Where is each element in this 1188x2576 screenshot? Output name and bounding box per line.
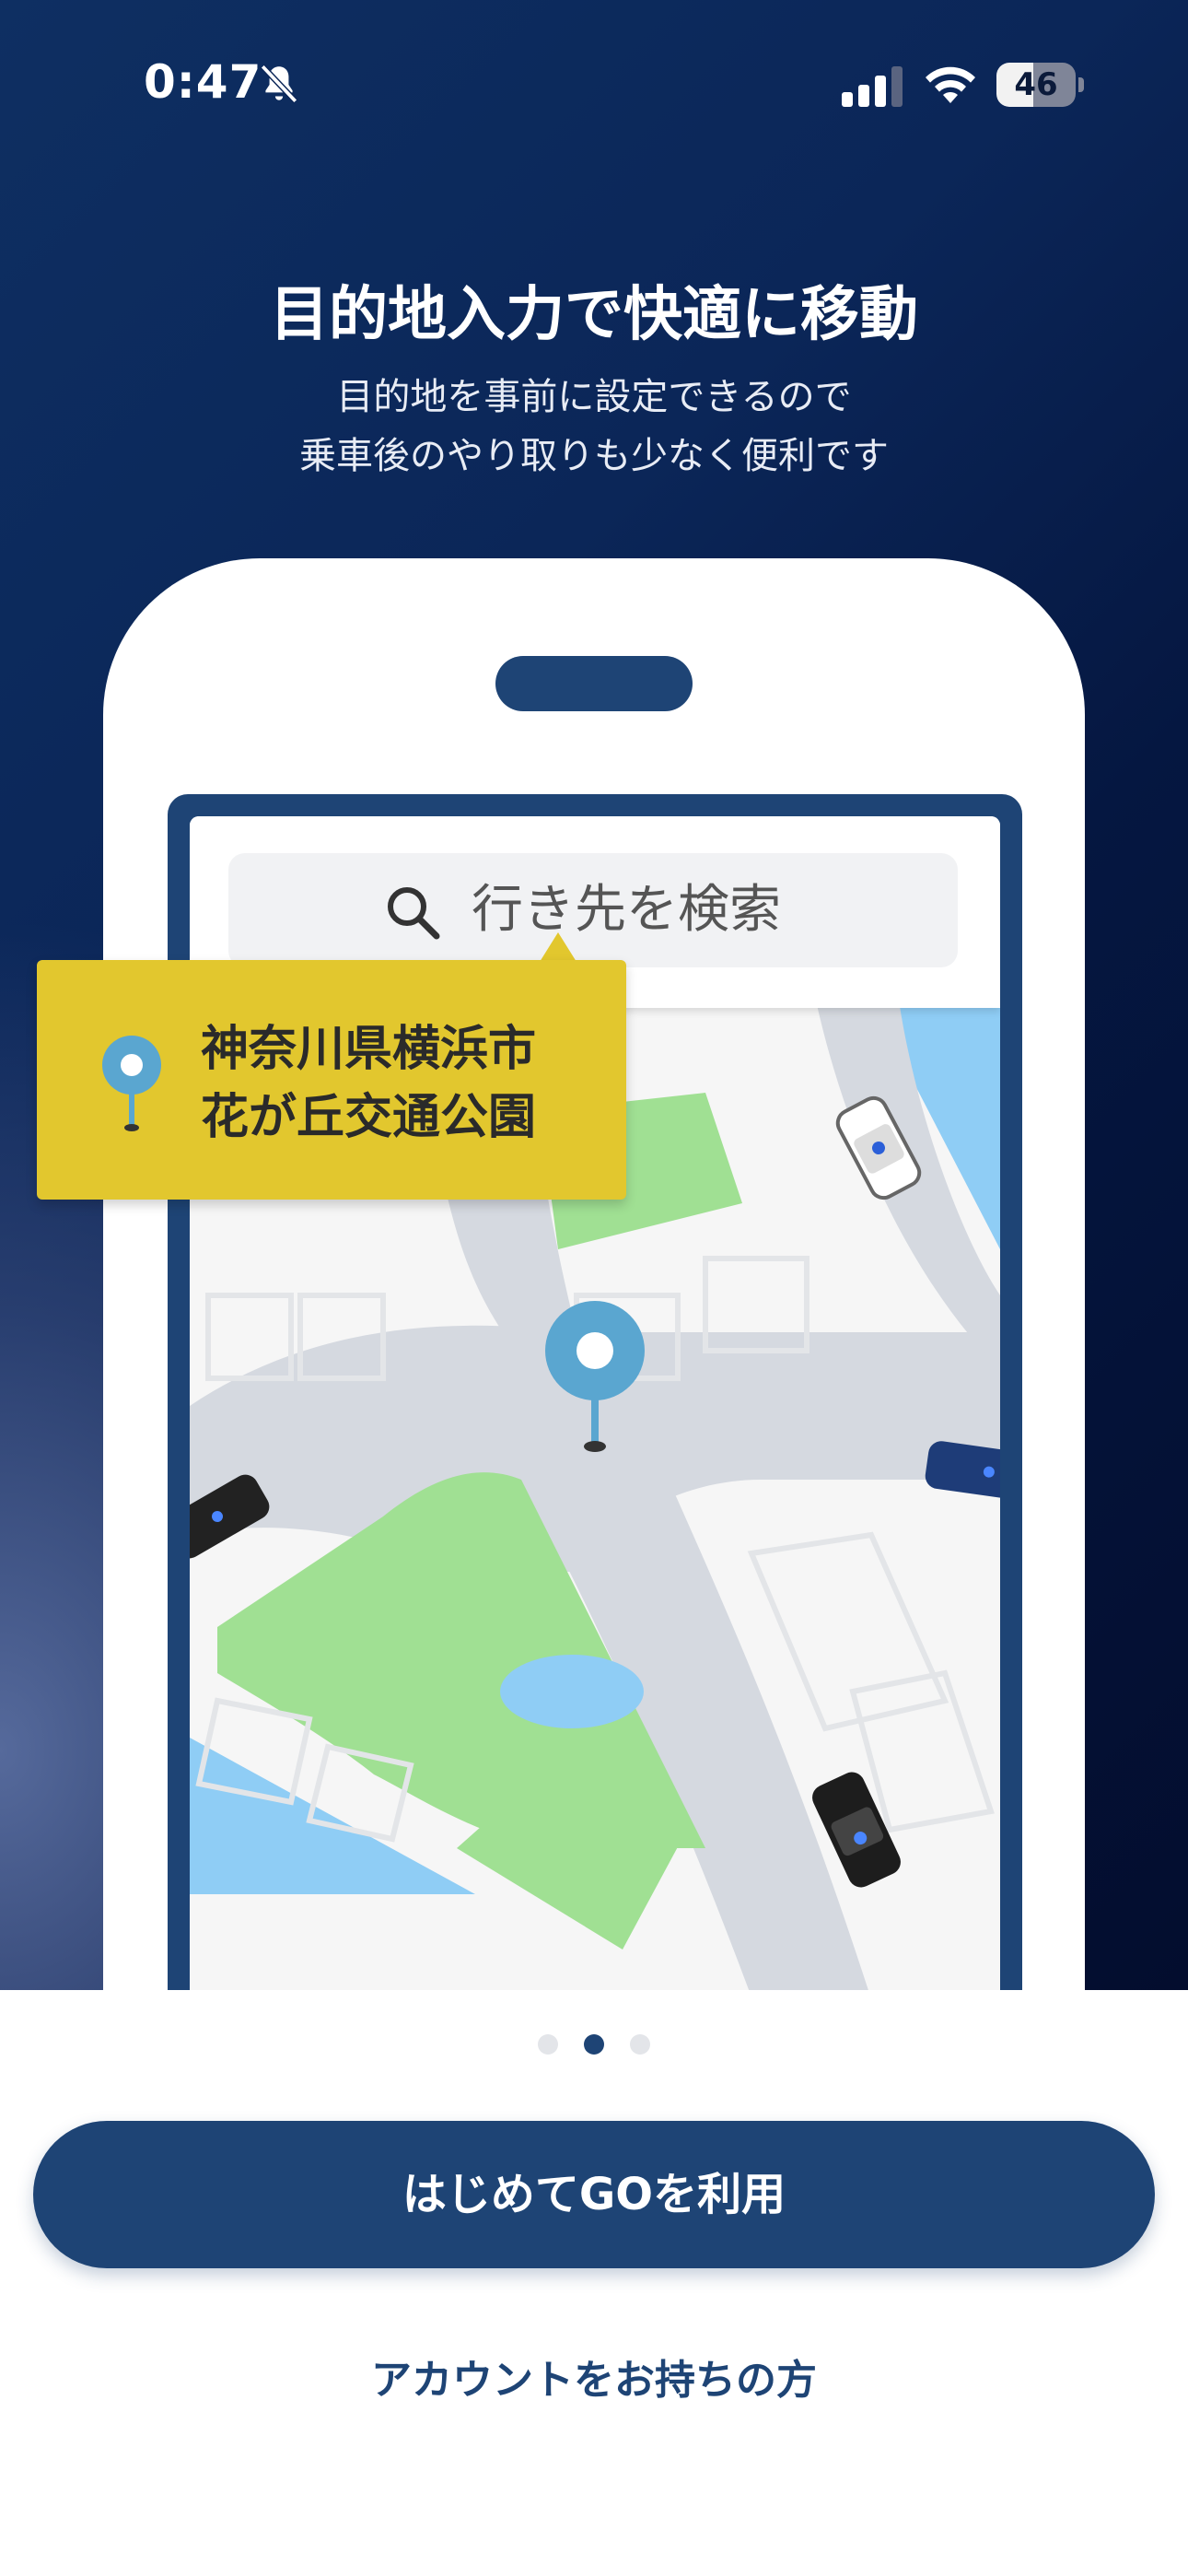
page-dot-2-active[interactable]: [584, 2034, 604, 2055]
battery-level: 46: [1014, 66, 1058, 103]
pond: [500, 1655, 644, 1728]
bell-slash-icon: [260, 64, 298, 104]
subtitle-line-2: 乗車後のやり取りも少なく便利です: [299, 435, 889, 477]
page-indicator: [0, 2034, 1188, 2055]
subtitle-line-1: 目的地を事前に設定できるので: [336, 376, 852, 418]
destination-address: 神奈川県横浜市 花が丘交通公園: [201, 1015, 536, 1152]
battery-icon: 46: [996, 63, 1085, 107]
bottom-sheet: はじめてGOを利用 アカウントをお持ちの方: [0, 1990, 1188, 2576]
battery-body: 46: [996, 63, 1076, 107]
wifi-icon: [926, 66, 975, 103]
phone-notch: [495, 656, 693, 711]
phone-illustration: 行き先を検索: [103, 558, 1085, 1990]
destination-search-bar: 行き先を検索: [228, 853, 958, 967]
page-title: 目的地入力で快適に移動: [270, 281, 918, 349]
status-time: 0:47: [144, 55, 262, 109]
start-using-go-button[interactable]: はじめてGOを利用: [33, 2121, 1155, 2268]
page-dot-1[interactable]: [538, 2034, 558, 2055]
search-icon: [388, 887, 440, 940]
existing-account-link[interactable]: アカウントをお持ちの方: [0, 2344, 1188, 2418]
map-pin-icon: [102, 1036, 161, 1131]
status-bar: 0:47 46: [0, 55, 1188, 138]
search-placeholder: 行き先を検索: [472, 880, 781, 940]
destination-line-1: 神奈川県横浜市: [201, 1022, 537, 1077]
battery-cap: [1078, 77, 1084, 92]
destination-callout: 神奈川県横浜市 花が丘交通公園: [37, 960, 626, 1200]
cellular-signal-icon: [842, 66, 903, 107]
destination-line-2: 花が丘交通公園: [201, 1090, 537, 1145]
page-dot-3[interactable]: [630, 2034, 650, 2055]
callout-pointer: [540, 932, 577, 962]
onboarding-hero: 0:47 46 目的地入力で快適に移動 目的地を事前に設定できるので 乗車後のや…: [0, 0, 1188, 1990]
